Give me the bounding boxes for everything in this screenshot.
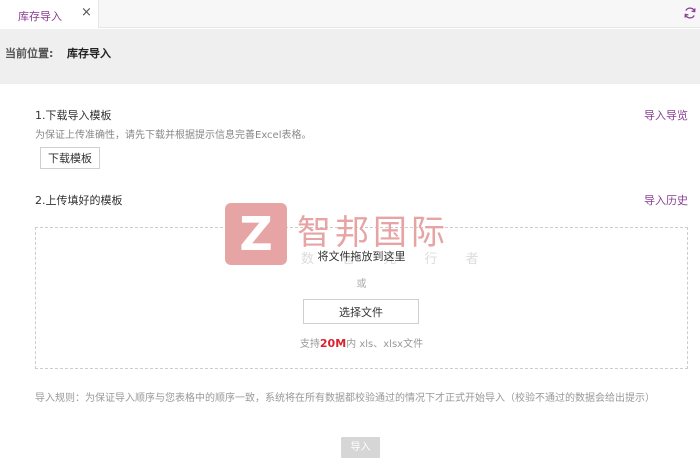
location-bar: 当前位置: 库存导入 [0, 29, 700, 84]
import-guide-link[interactable]: 导入导览 [644, 107, 688, 123]
step2-title: 2.上传填好的模板 [35, 194, 123, 207]
support-suffix: 内 xls、xlsx文件 [346, 339, 424, 350]
drop-hint: 将文件拖放到这里 [317, 250, 406, 263]
import-rules: 导入规则：为保证导入顺序与您表格中的顺序一致，系统将在所有数据都校验通过的情况下… [35, 393, 655, 404]
support-note: 支持20M内 xls、xlsx文件 [0, 335, 700, 350]
refresh-icon[interactable] [683, 6, 697, 20]
close-icon[interactable]: × [81, 6, 92, 20]
or-separator: 或 [356, 279, 367, 290]
tab-inventory-import[interactable]: 库存导入 × [0, 0, 99, 28]
support-size: 20M [319, 337, 347, 350]
step1-title: 1.下载导入模板 [35, 109, 112, 122]
tab-bar: 库存导入 × [0, 0, 700, 28]
select-file-button[interactable]: 选择文件 [303, 299, 419, 324]
import-button[interactable]: 导入 [341, 437, 380, 458]
tab-label: 库存导入 [18, 10, 62, 23]
import-history-link[interactable]: 导入历史 [644, 192, 688, 208]
location-label: 当前位置: [5, 47, 54, 60]
support-prefix: 支持 [299, 339, 320, 350]
location-value: 库存导入 [67, 47, 111, 60]
step1-hint: 为保证上传准确性，请先下载并根据提示信息完善Excel表格。 [35, 130, 312, 141]
download-template-button[interactable]: 下载模板 [40, 147, 100, 169]
